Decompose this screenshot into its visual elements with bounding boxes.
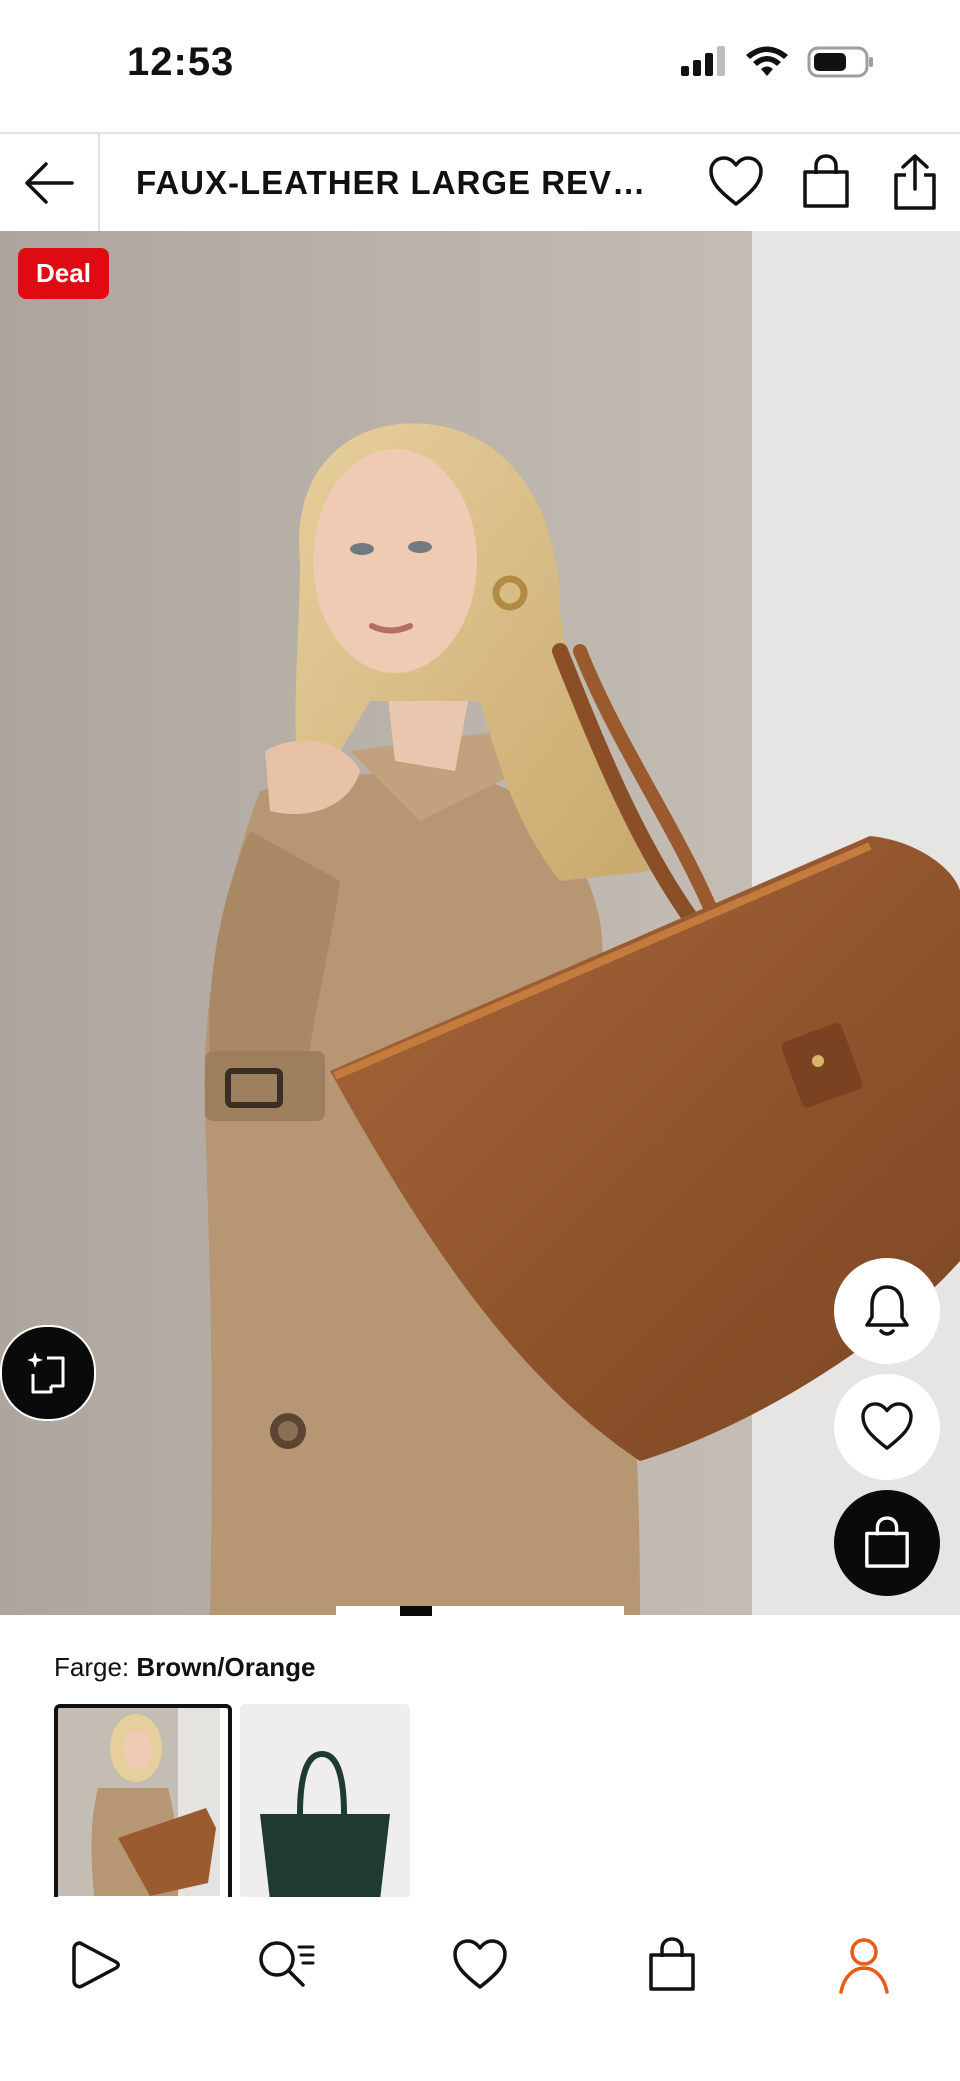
favorite-button[interactable] — [706, 152, 766, 212]
ai-search-button[interactable] — [0, 1325, 96, 1421]
gallery-pager — [336, 1606, 624, 1616]
search-icon — [259, 1941, 315, 1987]
nav-profile[interactable] — [824, 1925, 904, 2005]
share-icon — [894, 154, 936, 210]
gallery-pager-active — [400, 1606, 432, 1616]
product-image[interactable] — [0, 231, 960, 1615]
color-selected-value: Brown/Orange — [136, 1652, 316, 1682]
share-button[interactable] — [885, 152, 945, 212]
notify-button[interactable] — [834, 1258, 940, 1364]
bag-icon — [803, 154, 849, 208]
ai-sparkle-icon — [27, 1352, 65, 1394]
cart-button[interactable] — [796, 152, 856, 212]
swatch-brown-image — [58, 1708, 220, 1896]
page-title: FAUX-LEATHER LARGE REV… — [136, 164, 647, 201]
deal-badge: Deal — [18, 248, 109, 299]
color-swatch-brown-orange[interactable] — [54, 1704, 232, 1908]
back-arrow-icon — [25, 161, 74, 204]
product-header: FAUX-LEATHER LARGE REV… — [0, 132, 960, 233]
heart-icon — [709, 156, 763, 206]
cellular-signal-icon — [681, 46, 725, 76]
product-photo — [0, 231, 960, 1615]
nav-home[interactable] — [56, 1925, 136, 2005]
nav-wishlist[interactable] — [440, 1925, 520, 2005]
status-icons — [679, 46, 875, 78]
wishlist-icon — [453, 1939, 507, 1989]
heart-icon — [861, 1402, 913, 1450]
bag-icon — [649, 1937, 695, 1991]
back-button[interactable] — [0, 134, 100, 231]
status-bar: 12:53 — [0, 0, 960, 132]
bag-icon — [865, 1516, 909, 1568]
add-to-bag-button[interactable] — [834, 1490, 940, 1596]
bottom-nav — [0, 1897, 960, 2081]
nav-search[interactable] — [246, 1925, 326, 2005]
status-time: 12:53 — [127, 40, 235, 84]
nav-bag[interactable] — [632, 1925, 712, 2005]
battery-icon — [807, 46, 873, 78]
swatch-green-image — [240, 1704, 410, 1900]
wifi-icon — [746, 46, 788, 76]
play-home-icon — [72, 1941, 120, 1989]
color-label: Farge: Brown/Orange — [54, 1652, 316, 1683]
wishlist-add-button[interactable] — [834, 1374, 940, 1480]
bell-icon — [865, 1285, 909, 1336]
color-swatch-green[interactable] — [240, 1704, 410, 1900]
color-label-prefix: Farge: — [54, 1652, 130, 1682]
profile-icon — [839, 1938, 889, 1994]
